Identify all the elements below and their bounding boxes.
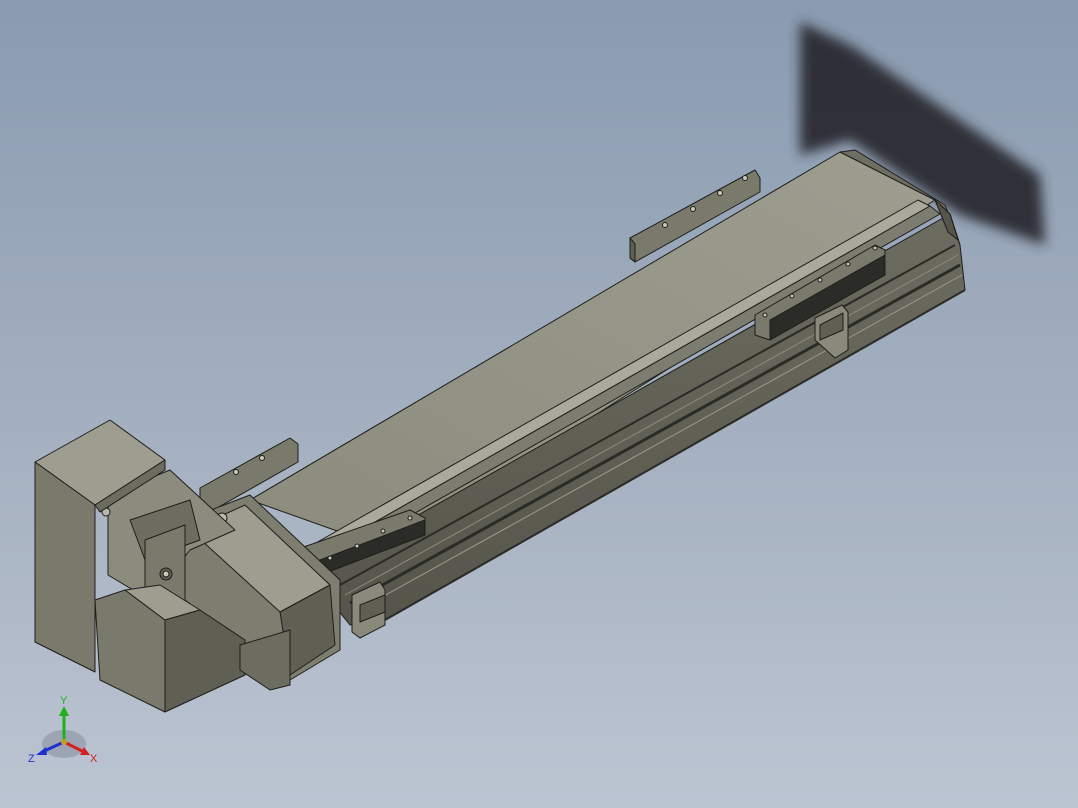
x-axis-label: X [90, 753, 98, 765]
graphics-viewport[interactable]: Y X Z [0, 0, 1078, 808]
linear-actuator[interactable] [34, 149, 966, 713]
model-view[interactable] [0, 0, 1078, 808]
y-axis-label: Y [60, 695, 68, 707]
orientation-triad[interactable]: Y X Z [22, 692, 108, 772]
z-axis-label: Z [28, 753, 35, 765]
